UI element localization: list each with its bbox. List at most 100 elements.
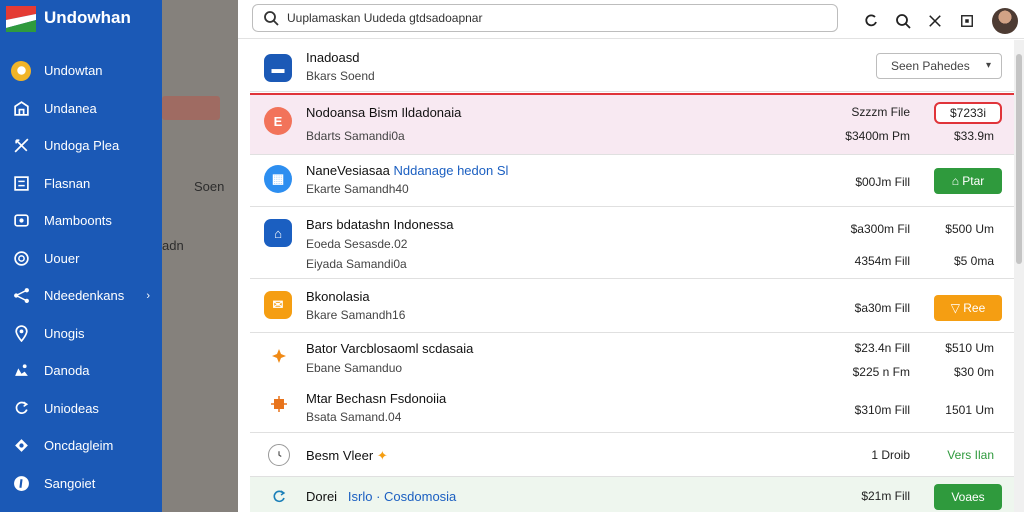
item-value-2: $30 0m — [953, 365, 994, 379]
item-title: Bkonolasia — [306, 289, 370, 304]
scrollbar-thumb[interactable] — [1016, 54, 1022, 264]
sidebar-item-label: Unogis — [44, 325, 85, 341]
sync-icon — [268, 486, 290, 508]
view-button[interactable]: Voaes — [934, 484, 1002, 510]
item-price: $3400m Pm — [845, 129, 910, 143]
list-item[interactable]: ✉ Bkonolasia Bkare Samandh16 $a30m Fill … — [250, 279, 1014, 333]
sidebar-item-list[interactable]: Flasnan — [0, 165, 162, 203]
item-size: $21m Fill — [861, 489, 910, 503]
grid-icon: ▦ — [264, 165, 292, 193]
filter-button[interactable]: ▽ Ree — [934, 295, 1002, 321]
item-size: $23.4n Fill — [854, 341, 910, 355]
scrollbar[interactable] — [1014, 40, 1024, 512]
sidebar-item-sync[interactable]: Uniodeas — [0, 390, 162, 428]
background-badge — [162, 96, 220, 120]
sidebar-item-label: Oncdagleim — [44, 438, 114, 454]
home-app-icon: ⌂ — [264, 219, 292, 247]
search-icon[interactable] — [894, 12, 912, 30]
refresh-icon[interactable] — [862, 12, 880, 30]
toolbar-icons — [848, 8, 1018, 34]
app-logo-icon — [6, 6, 36, 32]
sparkle-icon: ✦ — [376, 448, 388, 463]
item-title-text: Besm Vleer — [306, 448, 374, 463]
location-icon — [12, 324, 30, 342]
list-item[interactable]: E Nodoansa Bism Ildadonaia Bdarts Samand… — [250, 93, 1014, 155]
sidebar-item-share[interactable]: Ndeedenkans › — [0, 277, 162, 315]
alert-icon — [12, 362, 30, 380]
shield-icon — [12, 437, 30, 455]
item-title-text: Dorei — [306, 489, 338, 504]
sidebar-item-tools[interactable]: Undoga Plea — [0, 127, 162, 165]
sidebar-item-label: Undowtan — [44, 63, 103, 79]
sidebar: Undowhan Undowtan Undanea Undoga Plea Fl… — [0, 0, 162, 512]
item-version: Vers Ilan — [947, 448, 994, 462]
list-header-subtitle: Bkars Soend — [306, 69, 375, 83]
item-title: Nodoansa Bism Ildadonaia — [306, 105, 462, 120]
store-icon — [12, 99, 30, 117]
sidebar-nav: Undowtan Undanea Undoga Plea Flasnan Mam… — [0, 52, 162, 502]
sidebar-item-location[interactable]: Unogis — [0, 315, 162, 353]
close-icon[interactable] — [926, 12, 944, 30]
item-link[interactable]: Nddanage hedon Sl — [393, 163, 508, 178]
list-item[interactable]: ▦ NaneVesiasaa Nddanage hedon Sl Ekarte … — [250, 155, 1014, 207]
list-item[interactable]: Bator Varcblosaoml scdasaia Ebane Samand… — [250, 333, 1014, 381]
background-text: adn — [162, 238, 184, 253]
list-item[interactable]: ⌂ Bars bdatashn Indonessa Eoeda Sesasde.… — [250, 207, 1014, 279]
settings-icon — [12, 212, 30, 230]
item-value: 1501 Um — [945, 403, 994, 417]
sidebar-item-label: Ndeedenkans — [44, 288, 125, 304]
list-header-row: ▬ Inadoasd Bkars Soend Seen Pahedes ▾ — [250, 44, 1014, 92]
item-value: $500 Um — [945, 222, 994, 236]
app-icon: E — [264, 107, 292, 135]
item-title: Bator Varcblosaoml scdasaia — [306, 341, 474, 356]
home-icon — [11, 60, 31, 81]
filter-select[interactable]: Seen Pahedes ▾ — [876, 53, 1002, 79]
item-subtitle: Ebane Samanduo — [306, 361, 403, 375]
sidebar-item-label: Uouer — [44, 250, 80, 266]
search-bar[interactable] — [252, 4, 838, 32]
avatar[interactable] — [992, 8, 1018, 34]
sidebar-item-info[interactable]: Sangoiet — [0, 465, 162, 503]
sidebar-item-label: Undoga Plea — [44, 138, 120, 154]
item-subtitle-2: Eiyada Samandi0a — [306, 257, 407, 271]
mail-icon: ✉ — [264, 291, 292, 319]
package-icon — [268, 393, 290, 415]
item-title: Dorei Isrlo · Cosdomosia — [306, 489, 456, 504]
share-icon — [12, 287, 30, 305]
item-title-text: NaneVesiasaa — [306, 163, 390, 178]
item-link[interactable]: Isrlo · Cosdomosia — [348, 489, 456, 504]
item-size: $a30m Fill — [854, 301, 910, 315]
app-title: Undowhan — [44, 8, 131, 27]
chevron-down-icon: ▾ — [985, 60, 991, 71]
sidebar-item-label: Mamboonts — [44, 213, 112, 229]
item-subtitle: Bsata Samand.04 — [306, 410, 402, 424]
sidebar-item-store[interactable]: Undanea — [0, 90, 162, 128]
item-price: 4354m Fill — [854, 254, 910, 268]
list-item[interactable]: Mtar Bechasn Fsdonoiia Bsata Samand.04 $… — [250, 381, 1014, 433]
sidebar-item-home[interactable]: Undowtan — [0, 52, 162, 90]
sidebar-item-label: Flasnan — [44, 175, 91, 191]
sidebar-item-alert[interactable]: Danoda — [0, 352, 162, 390]
window-icon[interactable] — [958, 12, 976, 30]
calendar-icon: ▬ — [264, 54, 292, 82]
item-subtitle: Eoeda Sesasde.02 — [306, 237, 408, 251]
item-price: $225 n Fm — [852, 365, 910, 379]
sync-icon — [12, 399, 30, 417]
sidebar-item-shield[interactable]: Oncdagleim — [0, 427, 162, 465]
sidebar-item-settings[interactable]: Mamboonts — [0, 202, 162, 240]
search-icon — [264, 11, 279, 26]
clock-icon — [268, 444, 290, 466]
list-item[interactable]: Dorei Isrlo · Cosdomosia $21m Fill Voaes — [250, 477, 1014, 512]
price-tag[interactable]: $7233i — [934, 102, 1002, 124]
sidebar-item-label: Danoda — [44, 363, 90, 379]
item-size: $310m Fill — [854, 403, 910, 417]
list-item[interactable]: Besm Vleer ✦ 1 Droib Vers Ilan — [250, 433, 1014, 477]
item-value-2: $5 0ma — [953, 254, 994, 268]
item-value: $33.9m — [953, 129, 994, 143]
sidebar-item-user[interactable]: Uouer — [0, 240, 162, 278]
item-subtitle: Bkare Samandh16 — [306, 308, 406, 322]
install-button[interactable]: ⌂ Ptar — [934, 168, 1002, 194]
main-panel: ▬ Inadoasd Bkars Soend Seen Pahedes ▾ E … — [238, 0, 1024, 512]
sidebar-item-label: Uniodeas — [44, 400, 99, 416]
search-input[interactable] — [287, 11, 807, 25]
